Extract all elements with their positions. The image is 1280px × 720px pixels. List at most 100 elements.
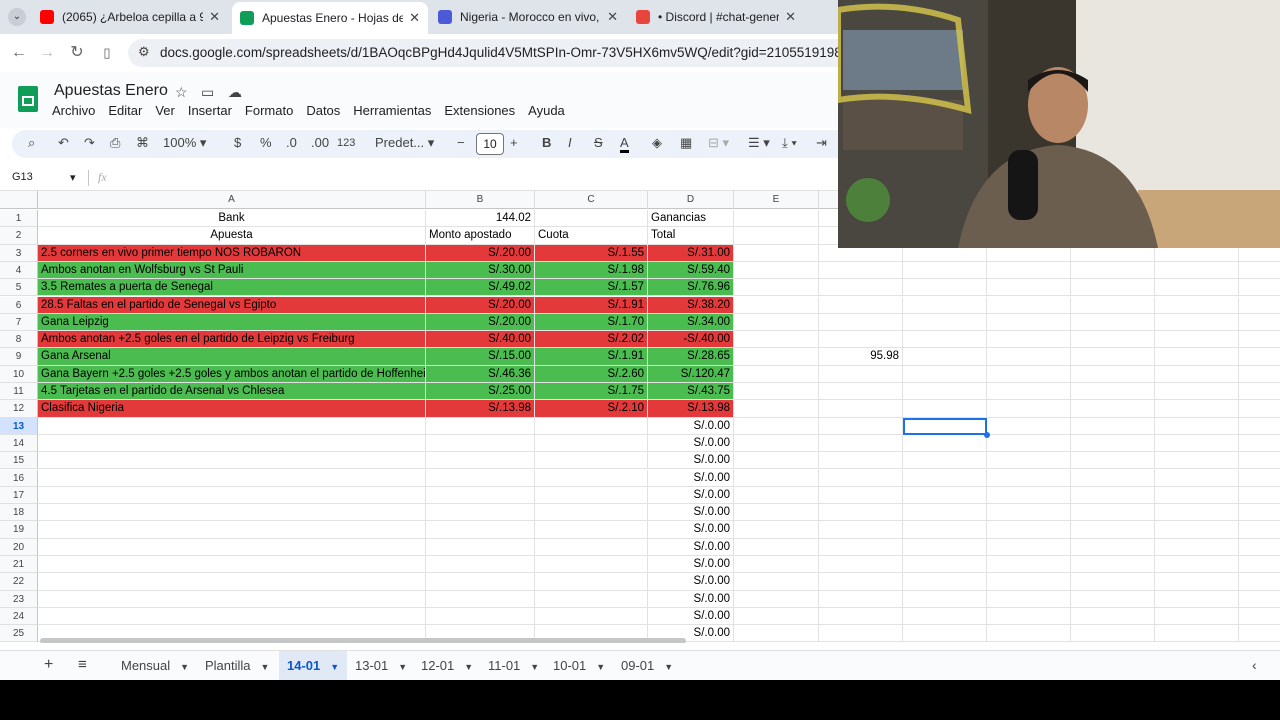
cell[interactable] <box>987 486 1071 505</box>
formula-input[interactable] <box>120 168 820 188</box>
cell[interactable]: S/.0.00 <box>648 521 734 539</box>
cell[interactable] <box>1071 521 1155 539</box>
cell[interactable] <box>1239 297 1280 314</box>
cell[interactable] <box>987 573 1071 591</box>
tab-close-icon[interactable]: ✕ <box>785 9 796 25</box>
row-header[interactable]: 17 <box>0 486 38 505</box>
document-title[interactable]: Apuestas Enero <box>54 82 168 100</box>
cell[interactable] <box>1155 365 1239 383</box>
row-header[interactable]: 15 <box>0 452 38 470</box>
cell[interactable]: S/.30.00 <box>426 261 535 280</box>
cell[interactable] <box>903 573 987 591</box>
tab-close-icon[interactable]: ✕ <box>409 10 420 26</box>
cell[interactable] <box>38 556 426 574</box>
cell[interactable] <box>535 590 648 608</box>
cell[interactable] <box>819 504 903 522</box>
cell[interactable] <box>1155 607 1239 626</box>
cell[interactable] <box>987 469 1071 487</box>
cell[interactable] <box>1155 417 1239 435</box>
cell[interactable] <box>903 400 987 418</box>
row-header[interactable]: 11 <box>0 383 38 401</box>
sheet-tab[interactable]: 09-01 ▼ <box>621 658 673 673</box>
cell[interactable] <box>819 296 903 314</box>
cell[interactable]: Apuesta <box>38 227 426 245</box>
cell[interactable]: S/.1.98 <box>535 261 648 280</box>
menu-item[interactable]: Datos <box>306 103 340 118</box>
cell[interactable]: S/.1.91 <box>535 348 648 366</box>
row-header[interactable]: 2 <box>0 227 38 245</box>
cell[interactable] <box>734 331 819 349</box>
cell[interactable] <box>987 313 1071 332</box>
sheets-logo-icon[interactable] <box>18 86 38 112</box>
cell[interactable] <box>819 538 903 556</box>
cell[interactable]: S/.43.75 <box>648 383 734 401</box>
cell[interactable] <box>987 365 1071 383</box>
cloud-status-icon[interactable]: ☁ <box>228 84 242 101</box>
cell[interactable]: S/.76.96 <box>648 279 734 297</box>
paint-format-icon[interactable]: ⌘ <box>136 135 149 151</box>
cell[interactable] <box>734 486 819 505</box>
cell[interactable]: S/.40.00 <box>426 331 535 349</box>
text-color-button[interactable]: A <box>620 135 629 153</box>
cell[interactable]: S/.1.70 <box>535 313 648 332</box>
cell[interactable]: S/.0.00 <box>648 434 734 453</box>
cell[interactable] <box>903 331 987 349</box>
cell[interactable]: Gana Arsenal <box>38 348 426 366</box>
sheet-tab-menu-icon[interactable]: ▼ <box>398 662 407 672</box>
cell[interactable] <box>535 521 648 539</box>
cell[interactable] <box>819 590 903 608</box>
cell[interactable]: S/.1.91 <box>535 296 648 314</box>
cell[interactable]: S/.2.10 <box>535 400 648 418</box>
row-header[interactable]: 21 <box>0 556 38 574</box>
cell[interactable] <box>734 607 819 626</box>
strikethrough-button[interactable]: S <box>594 135 603 150</box>
cell[interactable] <box>987 331 1071 349</box>
cell[interactable] <box>426 590 535 608</box>
cell[interactable] <box>734 538 819 556</box>
cell[interactable] <box>734 365 819 383</box>
cell[interactable]: S/.15.00 <box>426 348 535 366</box>
text-wrapping-icon[interactable]: ⇥ <box>816 135 827 151</box>
sheet-tab-menu-icon[interactable]: ▼ <box>261 662 270 672</box>
cell[interactable] <box>1155 383 1239 401</box>
row-header[interactable]: 14 <box>0 434 38 453</box>
cell[interactable] <box>535 210 648 228</box>
cell[interactable] <box>1071 538 1155 556</box>
cell[interactable] <box>1155 504 1239 522</box>
cell[interactable]: Gana Leipzig <box>38 313 426 332</box>
tab-close-icon[interactable]: ✕ <box>209 9 220 25</box>
cell[interactable] <box>1155 469 1239 487</box>
cell[interactable] <box>1155 486 1239 505</box>
row-header[interactable]: 7 <box>0 313 38 332</box>
add-sheet-icon[interactable]: + <box>44 656 53 674</box>
cell[interactable] <box>987 625 1071 643</box>
star-icon[interactable]: ☆ <box>175 84 188 101</box>
cell[interactable] <box>426 538 535 556</box>
undo-icon[interactable]: ↶ <box>58 135 69 151</box>
cell[interactable] <box>1155 625 1239 643</box>
row-header[interactable]: 24 <box>0 607 38 626</box>
sheet-scroll-left-icon[interactable]: ‹ <box>1252 657 1257 673</box>
cell[interactable] <box>1155 434 1239 453</box>
cell[interactable] <box>38 434 426 453</box>
cell[interactable] <box>903 348 987 366</box>
cell[interactable] <box>1071 279 1155 297</box>
move-folder-icon[interactable]: ▭ <box>201 84 214 101</box>
percent-format-button[interactable]: % <box>260 135 272 150</box>
increase-font-size-icon[interactable]: + <box>510 135 518 150</box>
sheet-tab[interactable]: 10-01 ▼ <box>553 658 605 673</box>
cell[interactable] <box>1155 521 1239 539</box>
cell[interactable] <box>1155 279 1239 297</box>
cell[interactable] <box>987 261 1071 280</box>
sheet-tab[interactable]: Mensual ▼ <box>121 658 189 673</box>
cell[interactable] <box>987 383 1071 401</box>
cell[interactable]: S/.0.00 <box>648 573 734 591</box>
cell[interactable]: Monto apostado <box>426 227 535 245</box>
cell[interactable] <box>987 538 1071 556</box>
cell[interactable] <box>38 521 426 539</box>
browser-tab[interactable]: Nigeria - Morocco en vivo, resu ✕ <box>430 4 626 30</box>
browser-tab[interactable]: (2065) ¿Arbeloa cepilla a 9 titula ✕ <box>32 4 228 30</box>
cell[interactable] <box>903 365 987 383</box>
cell[interactable] <box>987 452 1071 470</box>
increase-decimal-button[interactable]: .00 <box>311 135 329 150</box>
